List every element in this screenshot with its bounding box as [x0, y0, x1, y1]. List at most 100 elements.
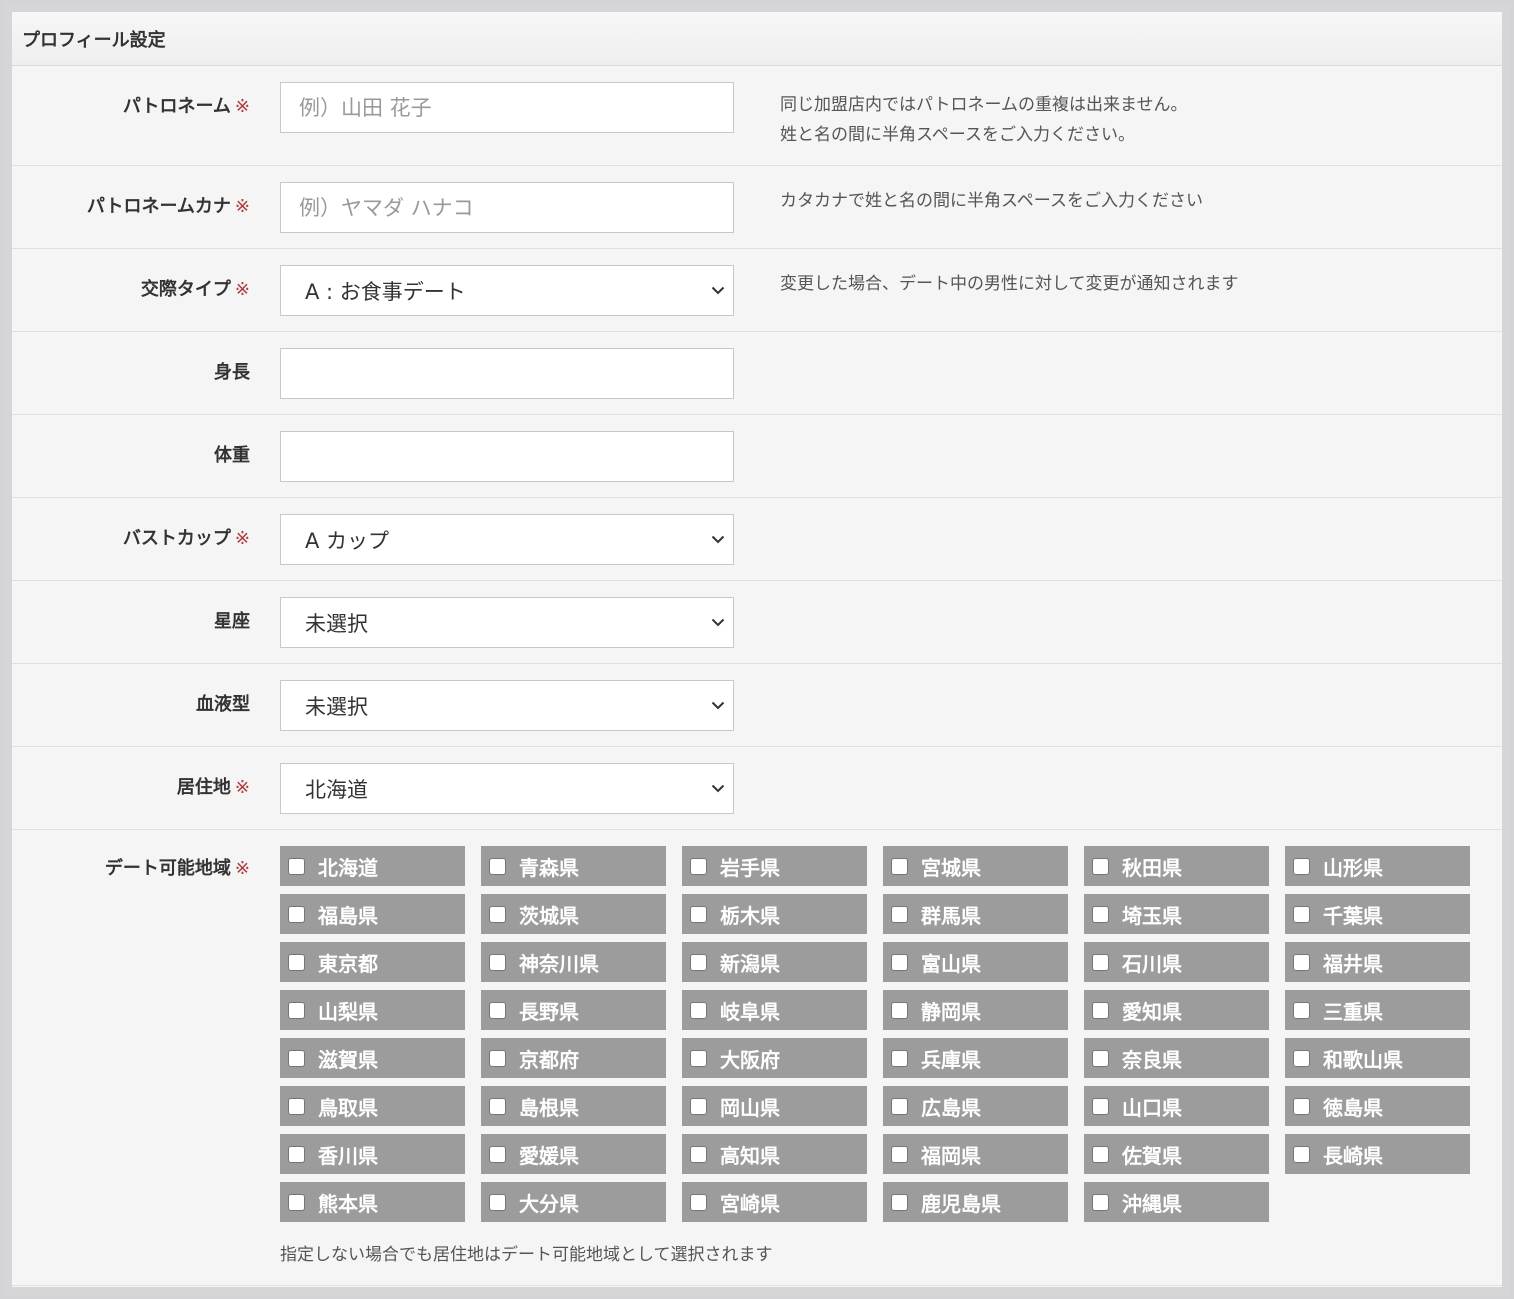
date-area-checkbox[interactable]: 栃木県 — [682, 894, 867, 934]
checkbox-icon[interactable] — [288, 857, 305, 875]
checkbox-icon[interactable] — [891, 1049, 908, 1067]
date-area-checkbox[interactable]: 高知県 — [682, 1134, 867, 1174]
date-area-checkbox[interactable]: 島根県 — [481, 1086, 666, 1126]
checkbox-icon[interactable] — [690, 1145, 707, 1163]
checkbox-icon[interactable] — [891, 953, 908, 971]
checkbox-icon[interactable] — [1092, 1097, 1109, 1115]
checkbox-icon[interactable] — [891, 1193, 908, 1211]
checkbox-icon[interactable] — [288, 1001, 305, 1019]
checkbox-icon[interactable] — [690, 1193, 707, 1211]
date-area-checkbox[interactable]: 静岡県 — [883, 990, 1068, 1030]
date-area-checkbox[interactable]: 秋田県 — [1084, 846, 1269, 886]
date-area-checkbox[interactable]: 群馬県 — [883, 894, 1068, 934]
checkbox-icon[interactable] — [1293, 1001, 1310, 1019]
checkbox-icon[interactable] — [891, 905, 908, 923]
height-input[interactable] — [280, 348, 734, 399]
date-area-checkbox[interactable]: 奈良県 — [1084, 1038, 1269, 1078]
date-area-checkbox[interactable]: 福島県 — [280, 894, 465, 934]
checkbox-icon[interactable] — [690, 1001, 707, 1019]
date-area-checkbox[interactable]: 兵庫県 — [883, 1038, 1068, 1078]
patron-name-input[interactable] — [280, 82, 734, 133]
date-area-checkbox[interactable]: 新潟県 — [682, 942, 867, 982]
checkbox-icon[interactable] — [489, 1193, 506, 1211]
date-area-checkbox[interactable]: 大分県 — [481, 1182, 666, 1222]
date-area-checkbox[interactable]: 石川県 — [1084, 942, 1269, 982]
checkbox-icon[interactable] — [690, 1049, 707, 1067]
checkbox-icon[interactable] — [489, 857, 506, 875]
date-area-checkbox[interactable]: 熊本県 — [280, 1182, 465, 1222]
date-area-checkbox[interactable]: 福岡県 — [883, 1134, 1068, 1174]
blood-type-select[interactable]: 未選択 — [280, 680, 734, 731]
date-area-checkbox[interactable]: 岐阜県 — [682, 990, 867, 1030]
dating-type-select[interactable]: A : お食事デート — [280, 265, 734, 316]
date-area-checkbox[interactable]: 宮城県 — [883, 846, 1068, 886]
checkbox-icon[interactable] — [1293, 905, 1310, 923]
date-area-checkbox[interactable]: 埼玉県 — [1084, 894, 1269, 934]
checkbox-icon[interactable] — [891, 857, 908, 875]
date-area-checkbox[interactable]: 愛知県 — [1084, 990, 1269, 1030]
checkbox-icon[interactable] — [288, 1193, 305, 1211]
checkbox-icon[interactable] — [288, 905, 305, 923]
date-area-checkbox[interactable]: 山梨県 — [280, 990, 465, 1030]
date-area-checkbox[interactable]: 滋賀県 — [280, 1038, 465, 1078]
patron-kana-input[interactable] — [280, 182, 734, 233]
date-area-checkbox[interactable]: 富山県 — [883, 942, 1068, 982]
zodiac-select[interactable]: 未選択 — [280, 597, 734, 648]
date-area-checkbox[interactable]: 北海道 — [280, 846, 465, 886]
date-area-checkbox[interactable]: 鳥取県 — [280, 1086, 465, 1126]
date-area-checkbox[interactable]: 神奈川県 — [481, 942, 666, 982]
date-area-checkbox[interactable]: 山形県 — [1285, 846, 1470, 886]
checkbox-icon[interactable] — [1293, 1097, 1310, 1115]
checkbox-icon[interactable] — [1293, 1049, 1310, 1067]
checkbox-icon[interactable] — [1293, 1145, 1310, 1163]
checkbox-icon[interactable] — [1293, 953, 1310, 971]
checkbox-icon[interactable] — [1092, 857, 1109, 875]
date-area-checkbox[interactable]: 青森県 — [481, 846, 666, 886]
checkbox-icon[interactable] — [690, 905, 707, 923]
checkbox-icon[interactable] — [690, 1097, 707, 1115]
checkbox-icon[interactable] — [489, 953, 506, 971]
date-area-checkbox[interactable]: 千葉県 — [1285, 894, 1470, 934]
date-area-checkbox[interactable]: 京都府 — [481, 1038, 666, 1078]
checkbox-icon[interactable] — [489, 905, 506, 923]
date-area-checkbox[interactable]: 香川県 — [280, 1134, 465, 1174]
checkbox-icon[interactable] — [690, 857, 707, 875]
checkbox-icon[interactable] — [1293, 857, 1310, 875]
date-area-checkbox[interactable]: 沖縄県 — [1084, 1182, 1269, 1222]
date-area-checkbox[interactable]: 鹿児島県 — [883, 1182, 1068, 1222]
checkbox-icon[interactable] — [1092, 1145, 1109, 1163]
date-area-checkbox[interactable]: 山口県 — [1084, 1086, 1269, 1126]
checkbox-icon[interactable] — [1092, 1193, 1109, 1211]
date-area-checkbox[interactable]: 東京都 — [280, 942, 465, 982]
date-area-checkbox[interactable]: 長崎県 — [1285, 1134, 1470, 1174]
checkbox-icon[interactable] — [1092, 1001, 1109, 1019]
date-area-checkbox[interactable]: 愛媛県 — [481, 1134, 666, 1174]
checkbox-icon[interactable] — [489, 1097, 506, 1115]
residence-select[interactable]: 北海道 — [280, 763, 734, 814]
checkbox-icon[interactable] — [288, 1049, 305, 1067]
checkbox-icon[interactable] — [489, 1001, 506, 1019]
date-area-checkbox[interactable]: 大阪府 — [682, 1038, 867, 1078]
checkbox-icon[interactable] — [891, 1145, 908, 1163]
date-area-checkbox[interactable]: 三重県 — [1285, 990, 1470, 1030]
date-area-checkbox[interactable]: 福井県 — [1285, 942, 1470, 982]
date-area-checkbox[interactable]: 長野県 — [481, 990, 666, 1030]
checkbox-icon[interactable] — [891, 1097, 908, 1115]
checkbox-icon[interactable] — [690, 953, 707, 971]
date-area-checkbox[interactable]: 岩手県 — [682, 846, 867, 886]
checkbox-icon[interactable] — [288, 1145, 305, 1163]
checkbox-icon[interactable] — [1092, 953, 1109, 971]
date-area-checkbox[interactable]: 徳島県 — [1285, 1086, 1470, 1126]
bust-cup-select[interactable]: A カップ — [280, 514, 734, 565]
checkbox-icon[interactable] — [489, 1049, 506, 1067]
date-area-checkbox[interactable]: 広島県 — [883, 1086, 1068, 1126]
checkbox-icon[interactable] — [1092, 905, 1109, 923]
date-area-checkbox[interactable]: 茨城県 — [481, 894, 666, 934]
date-area-checkbox[interactable]: 岡山県 — [682, 1086, 867, 1126]
date-area-checkbox[interactable]: 佐賀県 — [1084, 1134, 1269, 1174]
checkbox-icon[interactable] — [1092, 1049, 1109, 1067]
checkbox-icon[interactable] — [288, 1097, 305, 1115]
checkbox-icon[interactable] — [891, 1001, 908, 1019]
checkbox-icon[interactable] — [288, 953, 305, 971]
date-area-checkbox[interactable]: 和歌山県 — [1285, 1038, 1470, 1078]
